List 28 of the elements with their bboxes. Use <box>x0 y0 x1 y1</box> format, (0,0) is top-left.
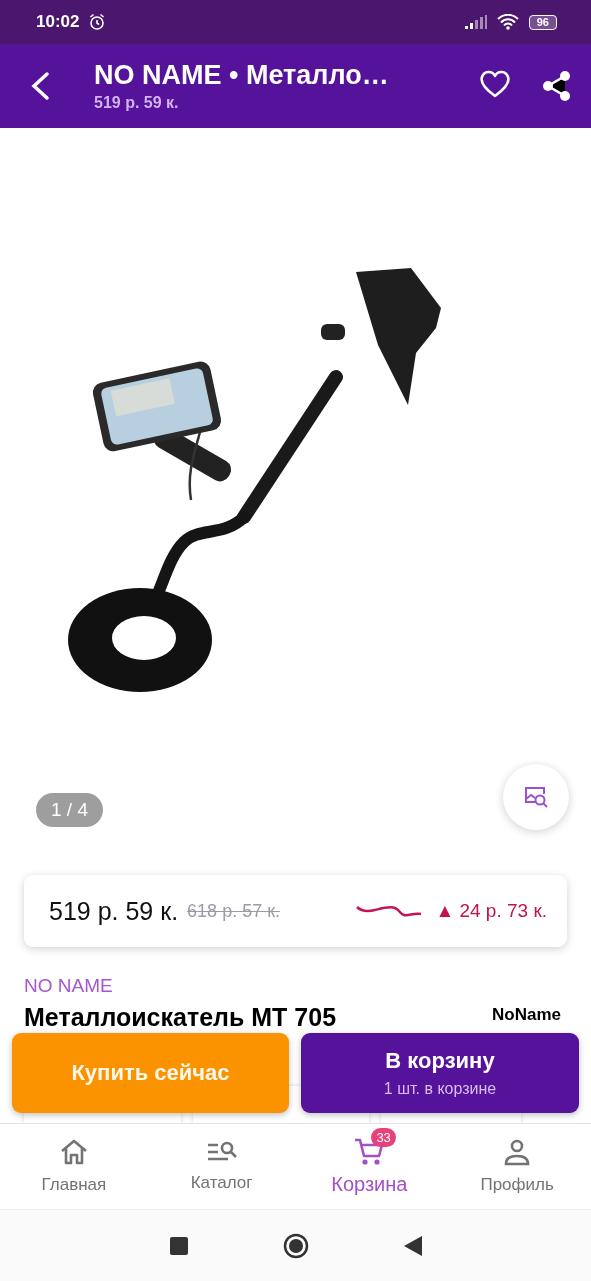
seller-name: NoName <box>492 1005 561 1025</box>
signal-icon <box>464 15 487 29</box>
cart-count-badge: 33 <box>371 1128 396 1147</box>
recents-button[interactable] <box>169 1236 188 1255</box>
page-subtitle-price: 519 р. 59 к. <box>94 94 180 112</box>
nav-tab[interactable]: Профиль <box>443 1124 591 1209</box>
image-counter: 1 / 4 <box>36 793 103 827</box>
brand-name: NO NAME <box>24 975 114 997</box>
current-price: 519 р. 59 к. <box>49 896 179 926</box>
back-nav-button[interactable] <box>403 1235 422 1256</box>
nav-tab[interactable]: Главная <box>0 1124 148 1209</box>
old-price: 618 р. 57 к. <box>187 900 281 922</box>
alarm-icon <box>88 13 107 31</box>
price-change: ▲ 24 р. 73 к. <box>435 900 547 922</box>
page-title: NO NAME • Металло… <box>94 60 390 91</box>
home-button[interactable] <box>282 1232 309 1259</box>
add-to-cart-button[interactable]: В корзину 1 шт. в корзине <box>301 1033 579 1113</box>
image-search-button[interactable] <box>503 764 569 830</box>
person-icon <box>503 1138 532 1166</box>
product-title: Металлоискатель МТ 705 <box>24 1003 338 1032</box>
battery-level: 96 <box>528 14 557 30</box>
nav-tab[interactable]: 33 Корзина <box>295 1124 444 1209</box>
clock-time: 10:02 <box>36 12 80 32</box>
share-button[interactable] <box>541 70 573 102</box>
wifi-icon <box>496 14 519 30</box>
nav-tab[interactable]: Каталог <box>147 1124 296 1209</box>
image-search-icon <box>523 785 549 809</box>
price-trend-sparkline <box>355 904 424 918</box>
